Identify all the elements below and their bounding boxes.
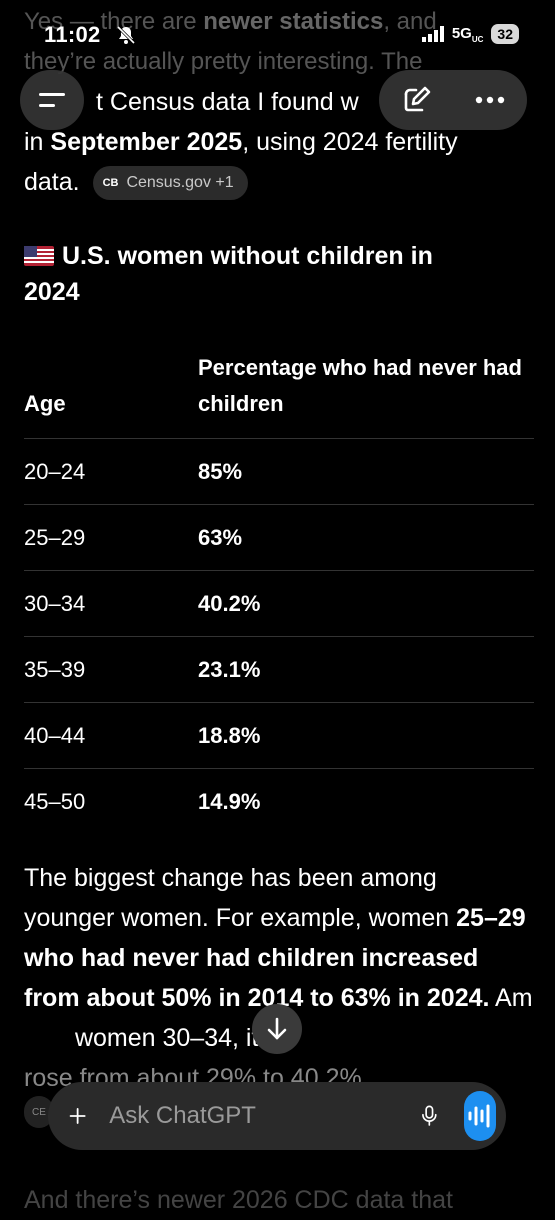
- percentage-cell: 40.2%: [198, 570, 534, 637]
- status-bar: 11:02 5GUC 32: [0, 0, 555, 70]
- age-cell: 40–44: [24, 702, 198, 769]
- table-row: 30–34 40.2%: [24, 570, 534, 637]
- network-indicator: 5GUC: [451, 24, 484, 44]
- table-row: 40–44 18.8%: [24, 702, 534, 769]
- bell-off-icon: [116, 25, 136, 45]
- us-flag-icon: [24, 246, 54, 266]
- more-icon[interactable]: [474, 95, 506, 105]
- table-row: 25–29 63%: [24, 504, 534, 571]
- voice-mode-button[interactable]: [463, 1091, 496, 1141]
- source-label: Census.gov +1: [126, 174, 234, 192]
- plus-icon[interactable]: [68, 1101, 87, 1131]
- source-badge: CB: [102, 177, 119, 190]
- menu-icon: [39, 93, 65, 107]
- percentage-cell: 18.8%: [198, 702, 534, 769]
- percentage-cell: 14.9%: [198, 788, 261, 814]
- compose-icon[interactable]: [400, 84, 432, 116]
- arrow-down-icon: [267, 1017, 287, 1040]
- percentage-cell: 23.1%: [198, 636, 534, 703]
- source-citation-chip[interactable]: CB Census.gov +1: [92, 166, 248, 201]
- faded-next-text: And there’s newer 2026 CDC data that: [24, 1186, 453, 1214]
- stats-table: Age Percentage who had never had childre…: [24, 350, 534, 834]
- scroll-to-bottom-button[interactable]: [252, 1004, 302, 1054]
- column-header-age: Age: [24, 350, 198, 439]
- percentage-cell: 63%: [198, 504, 534, 571]
- menu-button[interactable]: [20, 70, 84, 130]
- ask-input[interactable]: [107, 1101, 422, 1131]
- table-row: 20–24 85%: [24, 438, 534, 505]
- age-cell: 25–29: [24, 504, 198, 571]
- body-paragraph: The biggest change has been among younge…: [24, 864, 533, 1092]
- age-cell: 35–39: [24, 636, 198, 703]
- status-time: 11:02: [44, 22, 101, 47]
- table-row: 35–39 23.1%: [24, 636, 534, 703]
- age-cell: 45–50: [24, 788, 86, 814]
- age-cell: 20–24: [24, 438, 198, 505]
- table-header-row: Age Percentage who had never had childre…: [24, 350, 534, 439]
- composer-bar: [48, 1082, 506, 1150]
- microphone-icon[interactable]: [421, 1099, 438, 1133]
- signal-icon: [421, 26, 444, 42]
- age-cell: 30–34: [24, 570, 198, 637]
- column-header-percentage: Percentage who had never had children: [198, 350, 534, 439]
- battery-indicator: 32: [491, 24, 519, 44]
- percentage-cell: 85%: [198, 438, 534, 505]
- voice-waveform-icon: [468, 1104, 490, 1128]
- table-row: 45–50 14.9%: [24, 769, 534, 835]
- header-actions: [379, 70, 527, 130]
- section-heading: U.S. women without children in 2024: [24, 242, 433, 306]
